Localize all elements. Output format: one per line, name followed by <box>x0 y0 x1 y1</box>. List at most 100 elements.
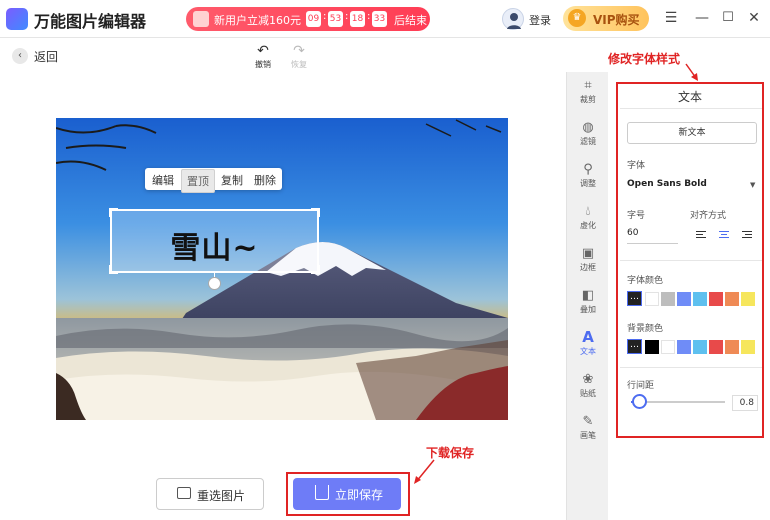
reselect-image-button[interactable]: 重选图片 <box>156 478 264 510</box>
tool-sidebar: ⌗ 裁剪 ◍ 滤镜 ⚲ 调整 💧︎ 虚化 ▣ 边框 ◧ 叠加 A 文本 ❀ 贴纸… <box>566 72 608 520</box>
crown-icon: ♛ <box>568 9 586 27</box>
save-now-button[interactable]: 立即保存 <box>293 478 401 510</box>
brush-icon: ✎ <box>582 414 594 429</box>
save-label: 立即保存 <box>335 488 384 502</box>
rotate-handle[interactable] <box>208 277 221 290</box>
tool-blur-label: 虚化 <box>580 221 596 230</box>
color-swatch[interactable] <box>709 340 723 354</box>
text-icon: A <box>582 328 594 346</box>
tool-border-label: 边框 <box>580 263 596 272</box>
color-swatch[interactable] <box>693 292 707 306</box>
color-swatch[interactable] <box>677 292 691 306</box>
text-layer-box[interactable]: 雪山~ <box>109 208 320 274</box>
crop-icon: ⌗ <box>584 78 592 93</box>
tool-sticker-label: 贴纸 <box>580 389 596 398</box>
redo-label: 恢复 <box>291 60 307 69</box>
align-right-icon[interactable] <box>742 231 752 240</box>
timer-centiseconds: 33 <box>372 11 387 27</box>
text-layer-content: 雪山~ <box>170 231 259 266</box>
app-logo-icon <box>6 8 28 30</box>
color-swatch[interactable] <box>645 292 659 306</box>
timer-hours: 09 <box>306 11 321 27</box>
resize-handle[interactable] <box>109 208 118 217</box>
font-size-value: 60 <box>627 228 639 238</box>
menu-icon[interactable]: ☰ <box>663 10 679 26</box>
bg-color-label: 背景颜色 <box>627 324 664 334</box>
filter-icon: ◍ <box>582 120 594 135</box>
menu-item-bring-to-front[interactable]: 置顶 <box>181 169 215 193</box>
line-spacing-value[interactable]: 0.8 <box>732 395 758 411</box>
gift-icon <box>193 11 209 27</box>
color-swatch[interactable] <box>645 340 659 354</box>
tool-crop[interactable]: ⌗ 裁剪 <box>567 78 609 105</box>
app-title: 万能图片编辑器 <box>34 12 147 31</box>
tool-adjust[interactable]: ⚲ 调整 <box>567 162 609 189</box>
tool-filter-label: 滤镜 <box>580 137 596 146</box>
tool-overlay[interactable]: ◧ 叠加 <box>567 288 609 315</box>
alignment-label: 对齐方式 <box>690 211 727 221</box>
slider-knob[interactable] <box>631 394 647 409</box>
color-swatch[interactable] <box>677 340 691 354</box>
text-settings-panel: 文本 新文本 字体 Open Sans Bold ▼ 字号 对齐方式 60 字体… <box>616 82 764 438</box>
more-colors-icon[interactable]: … <box>627 291 642 306</box>
resize-handle[interactable] <box>311 208 320 217</box>
color-swatch[interactable] <box>725 340 739 354</box>
color-swatch[interactable] <box>741 340 755 354</box>
divider <box>620 108 762 109</box>
color-swatch[interactable] <box>661 292 675 306</box>
tool-brush-label: 画笔 <box>580 431 596 440</box>
sticker-icon: ❀ <box>582 372 594 387</box>
color-swatch[interactable] <box>693 340 707 354</box>
login-link[interactable]: 登录 <box>529 12 551 28</box>
input-underline <box>627 243 678 244</box>
border-icon: ▣ <box>581 246 595 261</box>
tool-blur[interactable]: 💧︎ 虚化 <box>567 204 609 231</box>
timer-separator: : <box>323 11 327 22</box>
size-label: 字号 <box>627 211 646 221</box>
annotation-arrow-icon <box>414 459 435 484</box>
layer-context-menu: 编辑 置顶 复制 删除 <box>145 168 282 193</box>
font-label: 字体 <box>627 161 646 171</box>
close-icon[interactable]: ✕ <box>746 10 762 26</box>
tool-filter[interactable]: ◍ 滤镜 <box>567 120 609 147</box>
more-colors-icon[interactable]: … <box>627 339 642 354</box>
adjust-icon: ⚲ <box>583 162 593 177</box>
annotation-arrow-icon <box>685 63 698 81</box>
tool-overlay-label: 叠加 <box>580 305 596 314</box>
tool-text[interactable]: A 文本 <box>567 330 609 357</box>
menu-item-copy[interactable]: 复制 <box>221 172 243 188</box>
minimize-icon[interactable]: — <box>694 10 710 26</box>
align-center-icon[interactable] <box>719 231 729 240</box>
vip-purchase-button[interactable]: ♛ VIP购买 <box>563 6 649 31</box>
color-swatch[interactable] <box>709 292 723 306</box>
redo-button[interactable]: ↷ 恢复 <box>287 44 311 70</box>
back-arrow-icon[interactable]: ‹ <box>12 48 28 64</box>
promo-end-label: 后结束 <box>394 14 427 27</box>
color-swatch[interactable] <box>741 292 755 306</box>
tool-sticker[interactable]: ❀ 贴纸 <box>567 372 609 399</box>
align-left-icon[interactable] <box>696 231 706 240</box>
maximize-icon[interactable]: ☐ <box>720 10 736 25</box>
blur-icon: 💧︎ <box>585 204 591 219</box>
tool-border[interactable]: ▣ 边框 <box>567 246 609 273</box>
new-text-button[interactable]: 新文本 <box>627 122 757 144</box>
color-swatch[interactable] <box>661 340 675 354</box>
timer-separator: : <box>367 11 371 22</box>
menu-item-delete[interactable]: 删除 <box>254 172 276 188</box>
font-style-annotation: 修改字体样式 <box>608 52 681 66</box>
back-link[interactable]: 返回 <box>34 48 58 65</box>
tool-crop-label: 裁剪 <box>580 95 596 104</box>
vip-label: VIP购买 <box>593 13 640 27</box>
redo-icon: ↷ <box>293 43 305 59</box>
undo-button[interactable]: ↶ 撤销 <box>251 44 275 70</box>
tool-brush[interactable]: ✎ 画笔 <box>567 414 609 441</box>
menu-item-edit[interactable]: 编辑 <box>152 172 174 188</box>
font-color-label: 字体颜色 <box>627 276 664 286</box>
font-select-value: Open Sans Bold <box>627 179 707 189</box>
user-avatar-icon[interactable] <box>502 8 524 30</box>
color-swatch[interactable] <box>725 292 739 306</box>
promo-banner[interactable]: 新用户立减160元 09 : 53 : 18 : 33 后结束 <box>186 7 430 31</box>
overlay-icon: ◧ <box>581 288 595 303</box>
promo-text: 新用户立减160元 <box>214 14 301 27</box>
timer-minutes: 53 <box>328 11 343 27</box>
